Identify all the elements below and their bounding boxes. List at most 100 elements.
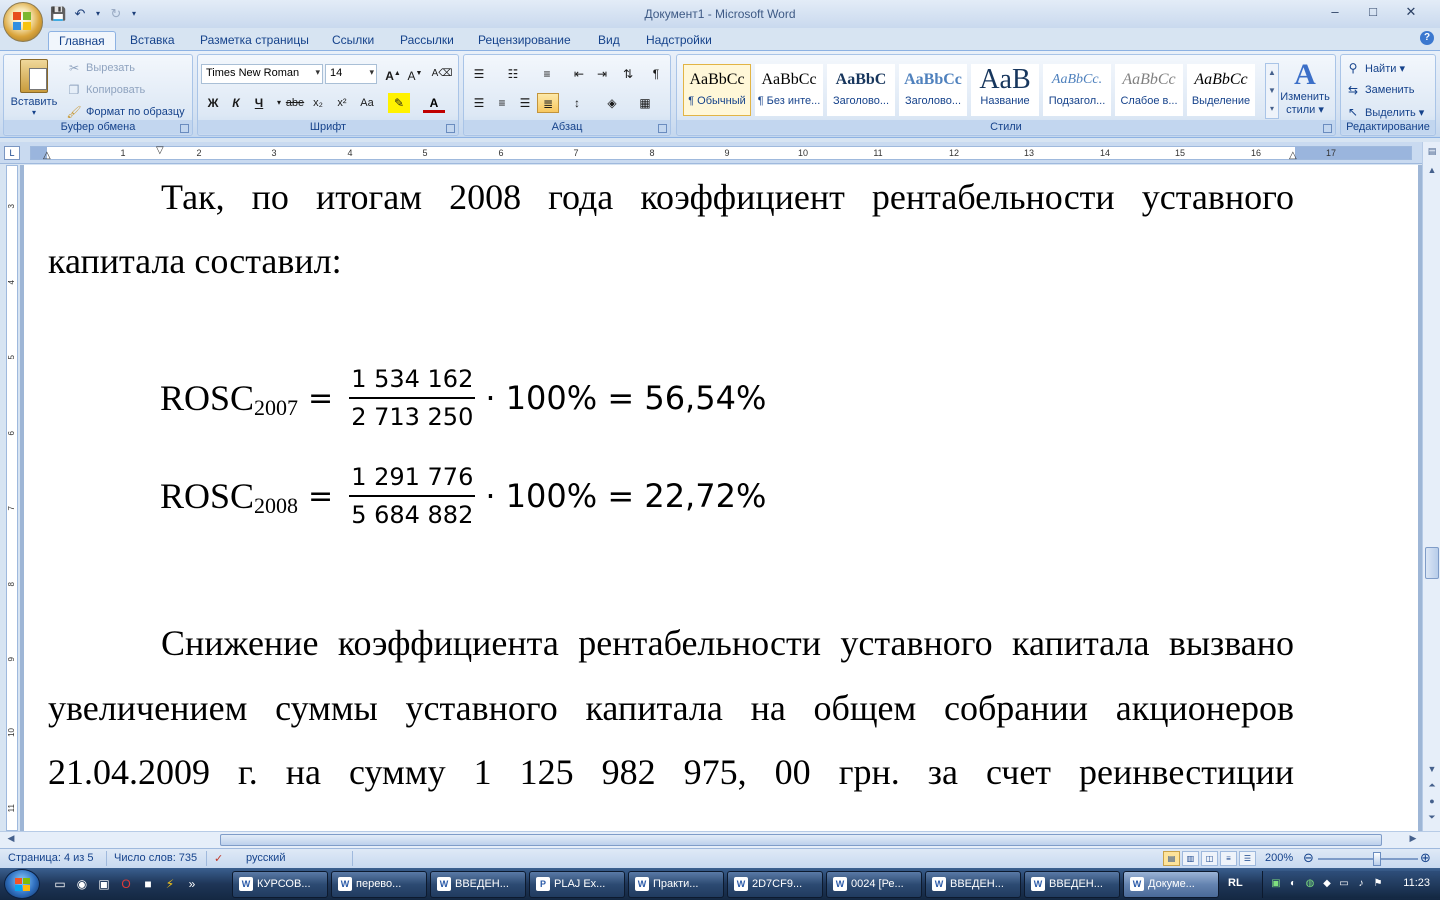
keyboard-language[interactable]: RL (1228, 877, 1243, 889)
zoom-in-icon[interactable]: ⊕ (1420, 850, 1431, 866)
tab-selector-icon[interactable]: L (4, 146, 20, 160)
tray-flag-icon[interactable]: ⚑ (1371, 877, 1385, 891)
vertical-scroll-thumb[interactable] (1425, 547, 1439, 579)
strikethrough-button[interactable]: abe (284, 93, 306, 113)
numbering-icon[interactable]: ☷ (502, 64, 524, 84)
decrease-indent-icon[interactable]: ⇤ (568, 64, 590, 84)
find-button[interactable]: ⚲ Найти ▾ (1345, 60, 1405, 76)
sort-icon[interactable]: ⇅ (617, 64, 639, 84)
tab-references[interactable]: Ссылки (322, 31, 384, 51)
tray-volume-icon[interactable]: ♪ (1354, 877, 1368, 891)
tray-monitor-icon[interactable]: ▭ (1337, 877, 1351, 891)
web-layout-icon[interactable]: ◫ (1201, 851, 1218, 866)
font-color-icon[interactable]: A (423, 93, 445, 113)
style-emphasis[interactable]: AaBbCc Выделение (1187, 64, 1255, 116)
horizontal-scrollbar[interactable]: ◀ ▶ (0, 831, 1440, 848)
cut-button[interactable]: ✂ Вырезать (66, 60, 135, 76)
taskbar-item[interactable]: W 2D7CF9... (727, 871, 823, 898)
multilevel-list-icon[interactable]: ≡ (536, 64, 558, 84)
change-case-button[interactable]: Aa (356, 93, 378, 113)
style-subtitle[interactable]: AaBbCc. Подзагол... (1043, 64, 1111, 116)
proofing-icon[interactable]: ✓ (214, 852, 223, 865)
first-line-indent-marker-icon[interactable]: ▽ (156, 145, 164, 156)
select-button[interactable]: ↖ Выделить ▾ (1345, 104, 1424, 120)
office-button[interactable] (3, 2, 43, 42)
show-desktop-icon[interactable]: ▭ (52, 876, 68, 892)
tab-review[interactable]: Рецензирование (468, 31, 581, 51)
justify-icon[interactable]: ≣ (537, 93, 559, 113)
align-right-icon[interactable]: ☰ (514, 93, 536, 113)
zoom-slider-track[interactable] (1318, 858, 1418, 860)
paragraph-launcher-icon[interactable] (658, 124, 667, 133)
copy-button[interactable]: ❐ Копировать (66, 82, 146, 98)
align-left-icon[interactable]: ☰ (468, 93, 490, 113)
tab-page-layout[interactable]: Разметка страницы (190, 31, 319, 51)
increase-indent-icon[interactable]: ⇥ (591, 64, 613, 84)
clear-format-icon[interactable]: A⌫ (431, 64, 453, 84)
style-heading-2[interactable]: AaBbCc Заголово... (899, 64, 967, 116)
tray-shield-icon[interactable]: ◆ (1320, 877, 1334, 891)
taskbar-item-active[interactable]: W Докуме... (1123, 871, 1219, 898)
clipboard-launcher-icon[interactable] (180, 124, 189, 133)
change-styles-button[interactable]: A Изменить стили ▾ (1275, 59, 1335, 117)
help-icon[interactable]: ? (1420, 31, 1434, 45)
align-center-icon[interactable]: ≡ (491, 93, 513, 113)
bullets-icon[interactable]: ☰ (468, 64, 490, 84)
browser-icon[interactable]: ◉ (74, 876, 90, 892)
font-name-combo[interactable]: Times New Roman (201, 64, 323, 84)
bold-button[interactable]: Ж (202, 93, 224, 113)
browse-object-icon[interactable]: ● (1425, 796, 1439, 810)
style-no-spacing[interactable]: AaBbCc ¶ Без инте... (755, 64, 823, 116)
left-indent-marker-icon[interactable]: △ (43, 150, 51, 161)
italic-button[interactable]: К (225, 93, 247, 113)
more-icon[interactable]: » (184, 876, 200, 892)
underline-button[interactable]: Ч (248, 93, 270, 113)
tab-home[interactable]: Главная (48, 31, 116, 51)
word-count[interactable]: Число слов: 735 (114, 852, 197, 864)
close-button[interactable]: ✕ (1392, 4, 1430, 22)
taskbar-item[interactable]: W ВВЕДЕН... (1024, 871, 1120, 898)
tab-view[interactable]: Вид (588, 31, 630, 51)
subscript-button[interactable]: x₂ (307, 93, 329, 113)
next-page-icon[interactable]: ⏷ (1425, 812, 1439, 826)
media-icon[interactable]: ▣ (96, 876, 112, 892)
language-indicator[interactable]: русский (246, 852, 285, 864)
vertical-scrollbar[interactable]: ▤ ▲ ▼ ⏶ ● ⏷ (1422, 142, 1440, 831)
taskbar-item[interactable]: W ВВЕДЕН... (430, 871, 526, 898)
tool-icon[interactable]: ⚡ (162, 876, 178, 892)
zoom-out-icon[interactable]: ⊖ (1303, 850, 1314, 866)
start-button[interactable] (4, 869, 40, 899)
scroll-up-icon[interactable]: ▲ (1425, 165, 1439, 181)
tab-addins[interactable]: Надстройки (636, 31, 722, 51)
draft-icon[interactable]: ☰ (1239, 851, 1256, 866)
page-count[interactable]: Страница: 4 из 5 (8, 852, 94, 864)
full-screen-reading-icon[interactable]: ▥ (1182, 851, 1199, 866)
document-page[interactable]: Так, по итогам 2008 года коэффициент рен… (24, 165, 1418, 831)
opera-icon[interactable]: O (118, 876, 134, 892)
taskbar-item[interactable]: W Практи... (628, 871, 724, 898)
style-normal[interactable]: AaBbCc ¶ Обычный (683, 64, 751, 116)
shrink-font-button[interactable]: A▼ (404, 64, 426, 84)
zoom-slider-thumb[interactable] (1373, 852, 1381, 866)
style-heading-1[interactable]: AaBbC Заголово... (827, 64, 895, 116)
app-icon[interactable]: ■ (140, 876, 156, 892)
maximize-button[interactable]: □ (1354, 4, 1392, 22)
paste-button[interactable]: Вставить ▾ (8, 59, 60, 117)
shading-icon[interactable]: ◈ (601, 93, 623, 113)
font-size-combo[interactable]: 14 (325, 64, 377, 84)
taskbar-item[interactable]: W ВВЕДЕН... (925, 871, 1021, 898)
previous-page-icon[interactable]: ⏶ (1425, 780, 1439, 794)
zoom-level[interactable]: 200% (1265, 852, 1293, 864)
line-spacing-icon[interactable]: ↕ (566, 93, 588, 113)
scroll-down-icon[interactable]: ▼ (1425, 764, 1439, 778)
font-launcher-icon[interactable] (446, 124, 455, 133)
style-title[interactable]: AaB Название (971, 64, 1039, 116)
outline-icon[interactable]: ≡ (1220, 851, 1237, 866)
horizontal-ruler[interactable]: 1 2 3 4 5 6 7 8 9 10 11 12 13 14 15 16 1… (30, 145, 1412, 161)
vertical-ruler[interactable]: 3 4 5 6 7 8 9 10 11 (6, 165, 18, 831)
replace-button[interactable]: ⇆ Заменить (1345, 82, 1414, 98)
tab-insert[interactable]: Вставка (120, 31, 185, 51)
minimize-button[interactable]: – (1316, 4, 1354, 22)
horizontal-scroll-thumb[interactable] (220, 834, 1382, 846)
show-marks-icon[interactable]: ¶ (645, 64, 667, 84)
